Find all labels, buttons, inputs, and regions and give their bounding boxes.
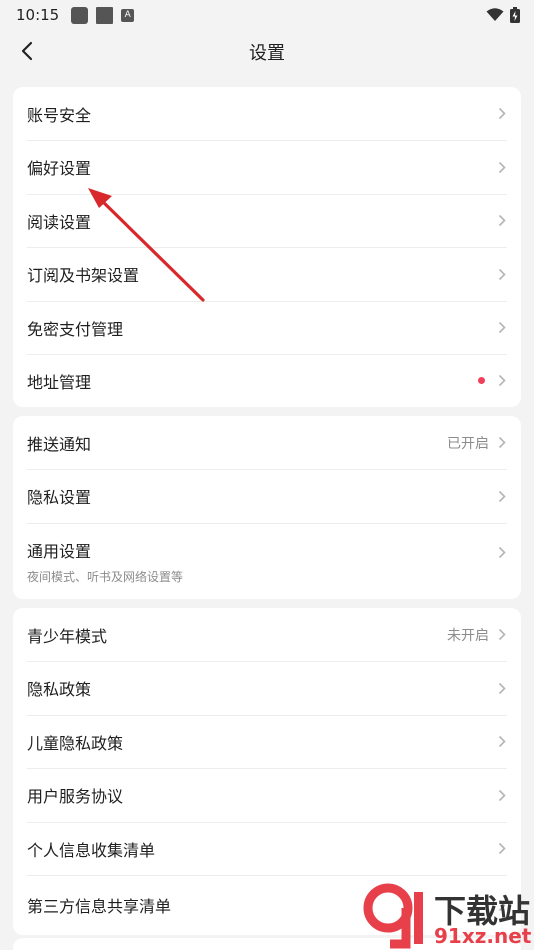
back-button[interactable]: [12, 36, 42, 66]
watermark-url: 91xz.net: [434, 924, 532, 948]
row-label: 通用设置: [27, 541, 92, 561]
page-title: 设置: [249, 43, 285, 64]
row-label: 偏好设置: [27, 159, 92, 178]
row-label: 免密支付管理: [27, 319, 124, 339]
battery-icon: [510, 7, 520, 23]
row-label: 用户服务协议: [27, 787, 124, 806]
row-label: 账号安全: [27, 105, 92, 125]
settings-item-address[interactable]: 地址管理: [13, 354, 521, 407]
row-value: 未开启: [447, 627, 489, 644]
row-label: 青少年模式: [27, 626, 108, 646]
chevron-right-icon: [497, 214, 507, 228]
watermark-logo: 下载站 91xz.net: [362, 882, 534, 950]
row-label: 隐私政策: [27, 680, 92, 699]
chevron-right-icon: [497, 436, 507, 450]
app-header: 设置: [0, 30, 534, 74]
chevron-right-icon: [497, 545, 507, 559]
chevron-right-icon: [497, 681, 507, 695]
chevron-right-icon: [497, 374, 507, 388]
settings-item-general[interactable]: 通用设置 夜间模式、听书及网络设置等: [13, 523, 521, 599]
settings-item-child-privacy-policy[interactable]: 儿童隐私政策: [13, 715, 521, 768]
row-label: 推送通知: [27, 434, 92, 454]
row-label: 订阅及书架设置: [27, 266, 140, 285]
settings-item-subscription-shelf[interactable]: 订阅及书架设置: [13, 247, 521, 301]
row-label: 儿童隐私政策: [27, 733, 124, 753]
row-label: 阅读设置: [27, 212, 92, 232]
app-notification-icon: [96, 6, 114, 24]
row-label: 第三方信息共享清单: [27, 897, 172, 916]
settings-item-reading[interactable]: 阅读设置: [13, 194, 521, 247]
settings-item-personal-info-list[interactable]: 个人信息收集清单: [13, 822, 521, 875]
chevron-right-icon: [497, 160, 507, 174]
row-value: 已开启: [447, 435, 489, 452]
chevron-right-icon: [497, 628, 507, 642]
chevron-right-icon: [497, 842, 507, 856]
settings-item-account-security[interactable]: 账号安全: [13, 87, 521, 140]
row-label: 地址管理: [27, 372, 92, 392]
back-arrow-icon: [21, 41, 33, 61]
row-label: 个人信息收集清单: [27, 840, 156, 860]
status-bar: 10:15 A: [0, 0, 534, 30]
settings-item-user-agreement[interactable]: 用户服务协议: [13, 768, 521, 822]
wifi-icon: [486, 8, 504, 21]
settings-item-push-notification[interactable]: 推送通知 已开启: [13, 416, 521, 469]
settings-item-password-free-payment[interactable]: 免密支付管理: [13, 301, 521, 354]
settings-group-general: 推送通知 已开启 隐私设置 通用设置 夜间模式、听书及网络设置等: [13, 416, 521, 599]
row-subtitle: 夜间模式、听书及网络设置等: [27, 569, 184, 584]
settings-item-privacy-policy[interactable]: 隐私政策: [13, 661, 521, 715]
watermark-logo-icon: [363, 883, 423, 949]
chevron-right-icon: [497, 321, 507, 335]
chevron-right-icon: [497, 735, 507, 749]
chevron-right-icon: [497, 267, 507, 281]
status-time: 10:15: [16, 6, 60, 24]
settings-item-preferences[interactable]: 偏好设置: [13, 140, 521, 194]
chevron-right-icon: [497, 107, 507, 121]
app-notification-icon: A: [121, 8, 135, 22]
chevron-right-icon: [497, 788, 507, 802]
row-label: 隐私设置: [27, 488, 92, 507]
app-notification-icon: [71, 6, 89, 24]
notification-dot: [478, 377, 485, 384]
settings-group-account: 账号安全 偏好设置 阅读设置 订阅及书架设置 免密支付管理 地址管理: [13, 87, 521, 407]
chevron-right-icon: [497, 489, 507, 503]
settings-item-privacy-settings[interactable]: 隐私设置: [13, 469, 521, 523]
settings-item-teen-mode[interactable]: 青少年模式 未开启: [13, 608, 521, 661]
